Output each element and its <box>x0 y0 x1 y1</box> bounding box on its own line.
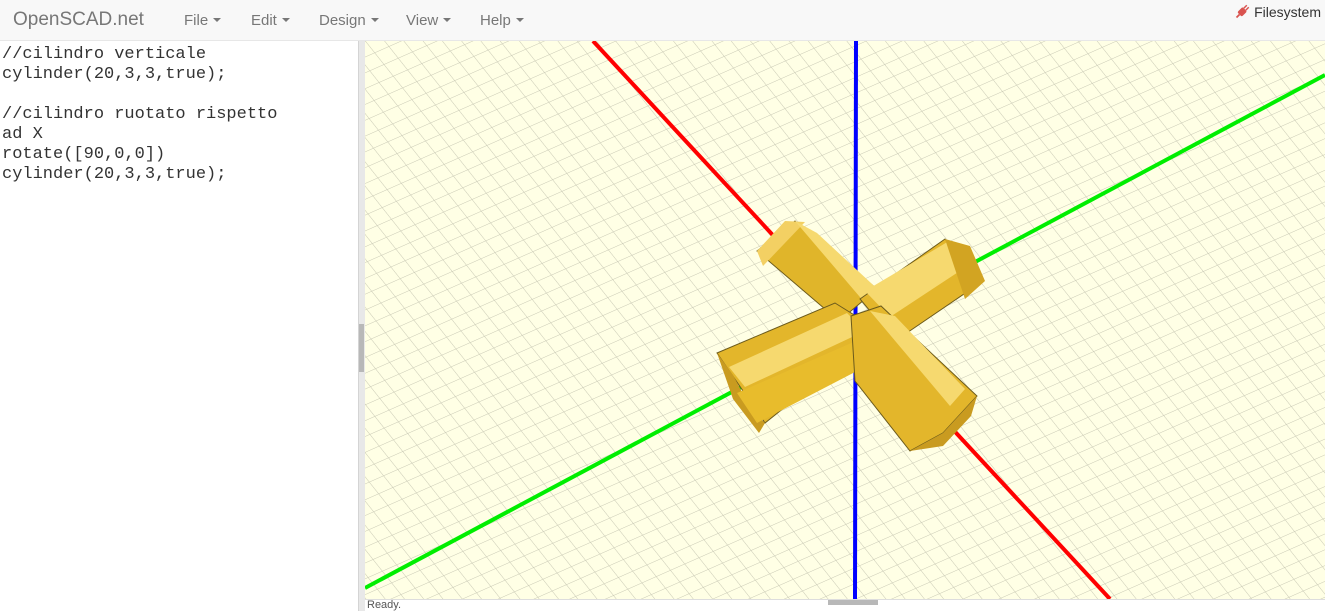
app-brand[interactable]: OpenSCAD.net <box>13 9 144 31</box>
menu-design[interactable]: Design <box>319 12 379 29</box>
code-line[interactable]: ad X <box>2 125 359 145</box>
caret-down-icon <box>443 18 452 22</box>
code-line[interactable] <box>2 85 359 105</box>
caret-down-icon <box>515 18 524 22</box>
menu-file-label: File <box>184 12 209 29</box>
menu-view[interactable]: View <box>406 12 452 29</box>
splitter-handle[interactable] <box>359 324 364 372</box>
caret-down-icon <box>213 18 222 22</box>
plug-icon <box>1235 4 1250 19</box>
caret-down-icon <box>281 18 290 22</box>
horizontal-scrollbar-thumb[interactable] <box>828 600 878 605</box>
code-line[interactable]: cylinder(20,3,3,true); <box>2 65 359 85</box>
filesystem-label: Filesystem <box>1254 3 1321 20</box>
menu-help[interactable]: Help <box>480 12 524 29</box>
menu-edit[interactable]: Edit <box>251 12 290 29</box>
status-text: Ready. <box>367 599 402 611</box>
menu-help-label: Help <box>480 12 511 29</box>
code-line[interactable]: rotate([90,0,0]) <box>2 145 359 165</box>
menu-design-label: Design <box>319 12 366 29</box>
menu-edit-label: Edit <box>251 12 277 29</box>
top-navbar: OpenSCAD.net File Edit Design View Help … <box>0 0 1325 41</box>
code-line[interactable]: cylinder(20,3,3,true); <box>2 165 359 185</box>
code-editor[interactable]: //cilindro verticale cylinder(20,3,3,tru… <box>0 41 359 611</box>
viewport-canvas[interactable] <box>365 41 1325 599</box>
filesystem-button[interactable]: Filesystem <box>1234 3 1321 20</box>
menu-file[interactable]: File <box>184 12 222 29</box>
menu-view-label: View <box>406 12 439 29</box>
caret-down-icon <box>370 18 379 22</box>
code-line[interactable]: //cilindro ruotato rispetto <box>2 105 359 125</box>
code-line[interactable]: //cilindro verticale <box>2 45 359 65</box>
3d-viewport[interactable] <box>365 41 1325 599</box>
